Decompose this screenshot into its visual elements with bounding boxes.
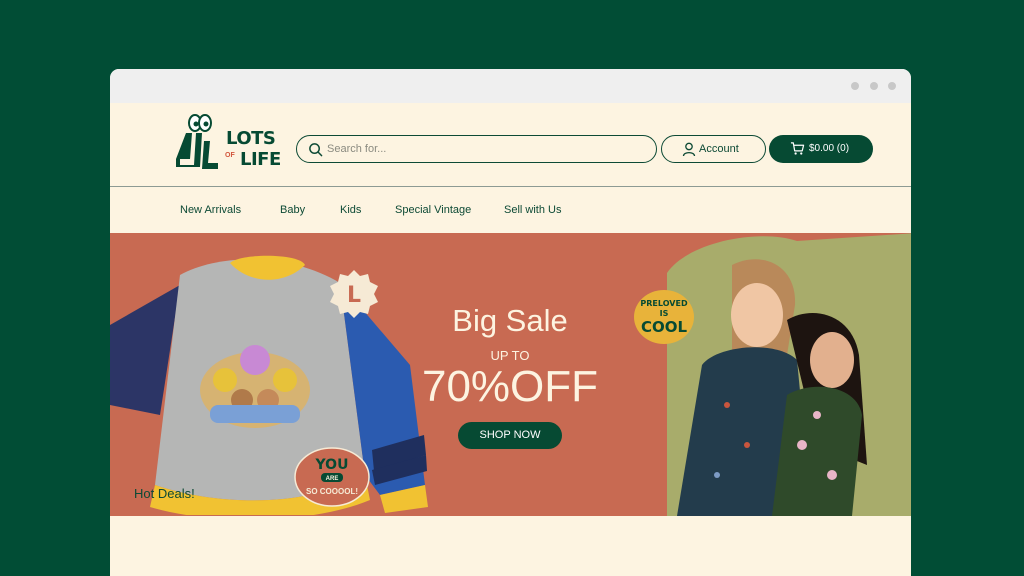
shop-now-button[interactable]: SHOP NOW <box>458 422 562 449</box>
browser-titlebar <box>110 69 911 103</box>
site-header: LOTS OF LIFE Search for... Account $0.00… <box>110 103 911 187</box>
browser-window: LOTS OF LIFE Search for... Account $0.00… <box>110 69 911 576</box>
logo-text-of: OF <box>225 152 235 159</box>
search-icon <box>309 143 323 157</box>
nav-item-sell-with-us[interactable]: Sell with Us <box>504 204 561 216</box>
cart-total: $0.00 (0) <box>809 143 850 154</box>
window-control-dot[interactable] <box>888 82 896 90</box>
sticker-you-text: YOU <box>315 457 349 473</box>
sticker-preloved-text: PRELOVED <box>640 299 688 308</box>
brand-logo[interactable]: LOTS OF LIFE <box>174 111 284 173</box>
cart-button[interactable]: $0.00 (0) <box>769 135 873 163</box>
nav-item-baby[interactable]: Baby <box>280 204 305 216</box>
hot-deals-heading: Hot Deals! <box>134 486 195 501</box>
hero-discount: 70%OFF <box>421 362 599 411</box>
nav-item-new-arrivals[interactable]: New Arrivals <box>180 204 241 216</box>
hero-subtitle: UP TO <box>490 348 530 363</box>
logo-mascot-icon <box>176 114 218 169</box>
sticker-is-text: IS <box>660 309 669 318</box>
logo-text-life: LIFE <box>240 149 281 170</box>
user-icon <box>682 142 696 157</box>
sticker-cool-text: COOL <box>641 318 688 336</box>
hero-title: Big Sale <box>452 303 568 338</box>
sticker-are-text: ARE <box>326 476 339 482</box>
cart-icon <box>790 142 805 155</box>
search-input[interactable]: Search for... <box>296 135 657 163</box>
account-button[interactable]: Account <box>661 135 766 163</box>
nav-item-kids[interactable]: Kids <box>340 204 361 216</box>
hero-banner[interactable]: L YOU ARE SO COOOOL! Big Sale UP TO 70%O… <box>110 233 911 516</box>
sticker-so-cool-text: SO COOOOL! <box>306 487 358 496</box>
search-placeholder: Search for... <box>327 143 387 155</box>
main-navigation: New Arrivals Baby Kids Special Vintage S… <box>110 188 911 233</box>
you-are-so-cool-sticker: YOU ARE SO COOOOL! <box>294 447 370 507</box>
size-badge-label: L <box>347 283 361 308</box>
size-badge: L <box>330 270 378 318</box>
window-control-dot[interactable] <box>870 82 878 90</box>
logo-text-lots: LOTS <box>226 128 276 149</box>
sweatshirt-product-image <box>110 255 428 515</box>
preloved-is-cool-sticker: PRELOVED IS COOL <box>634 290 694 344</box>
window-control-dot[interactable] <box>851 82 859 90</box>
account-label: Account <box>699 143 739 155</box>
nav-item-special-vintage[interactable]: Special Vintage <box>395 204 471 216</box>
kids-model-photo <box>677 259 867 516</box>
